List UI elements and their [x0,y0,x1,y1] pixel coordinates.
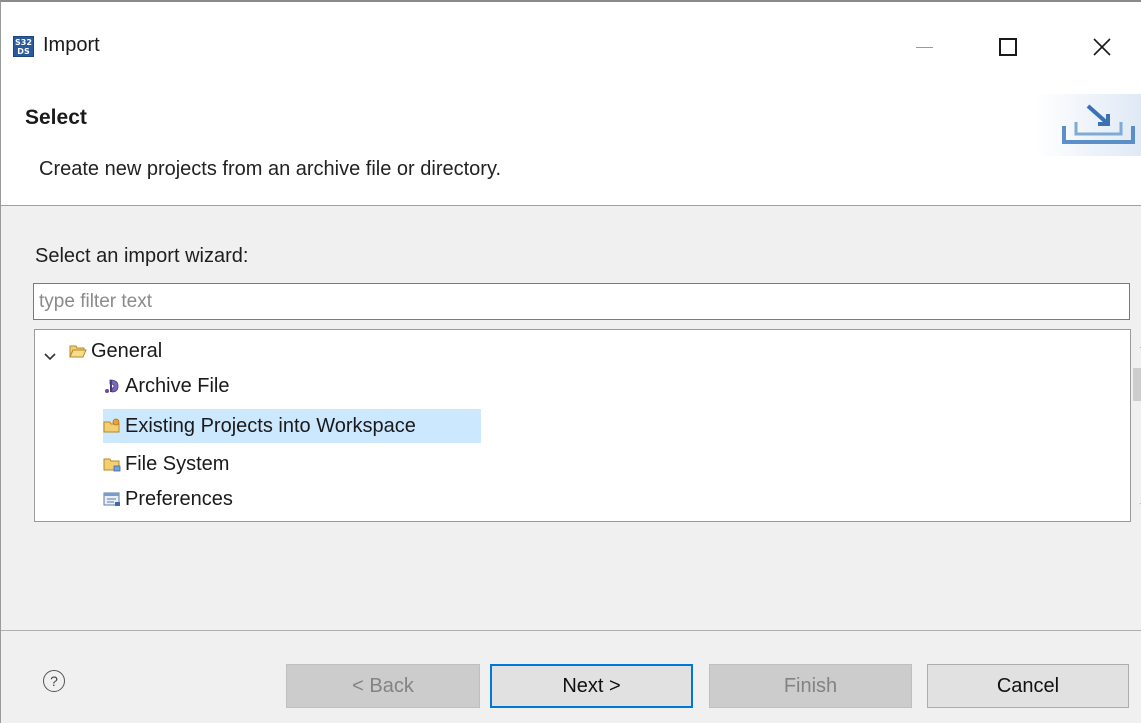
back-button[interactable]: < Back [286,664,480,708]
import-dialog: S32 DS Import Select Create new projects… [0,0,1141,723]
scroll-down-button[interactable] [1131,491,1141,521]
wizard-prompt-label: Select an import wizard: [35,245,249,267]
tree-item-existing-projects[interactable]: Existing Projects into Workspace [103,409,481,443]
wizard-header: Select Create new projects from an archi… [1,94,1141,206]
archive-icon [105,379,119,393]
folder-icon [103,458,121,472]
maximize-button[interactable] [978,24,1038,70]
next-button[interactable]: Next > [490,664,693,708]
tree-item-label: Existing Projects into Workspace [125,414,416,437]
help-icon: ? [50,673,58,689]
help-button[interactable]: ? [43,670,65,692]
tree-item-label: File System [125,452,230,475]
folder-open-icon [69,345,87,358]
cancel-button[interactable]: Cancel [927,664,1129,708]
project-folder-icon [103,418,120,433]
tree-item-general[interactable]: General [69,334,162,368]
maximize-icon [999,38,1017,56]
wizard-tree[interactable]: General Archive File Existing Projects i… [34,329,1141,522]
minimize-icon [915,46,933,48]
close-icon [1093,38,1111,56]
finish-button[interactable]: Finish [709,664,912,708]
import-wizard-banner-icon [1036,94,1141,156]
tree-scrollbar[interactable] [1131,330,1141,521]
filter-input[interactable] [33,283,1130,320]
tree-item-label: Preferences [125,487,233,510]
tree-item-archive-file[interactable]: Archive File [103,369,229,403]
tree-item-label: General [91,339,163,362]
title-bar: S32 DS Import [1,2,1141,94]
scroll-thumb[interactable] [1133,368,1141,401]
window-title: Import [43,34,100,56]
page-title: Select [25,106,87,129]
footer-separator [1,630,1141,631]
tree-item-preferences[interactable]: Preferences [103,482,233,516]
preferences-icon [103,492,120,506]
page-description: Create new projects from an archive file… [39,158,502,180]
minimize-button[interactable] [894,24,954,70]
tree-item-file-system[interactable]: File System [103,447,229,481]
tree-item-label: Archive File [125,374,230,397]
scroll-up-button[interactable] [1131,330,1141,360]
close-button[interactable] [1072,24,1132,70]
chevron-down-icon[interactable] [43,352,57,362]
s32ds-app-icon: S32 DS [13,36,34,57]
